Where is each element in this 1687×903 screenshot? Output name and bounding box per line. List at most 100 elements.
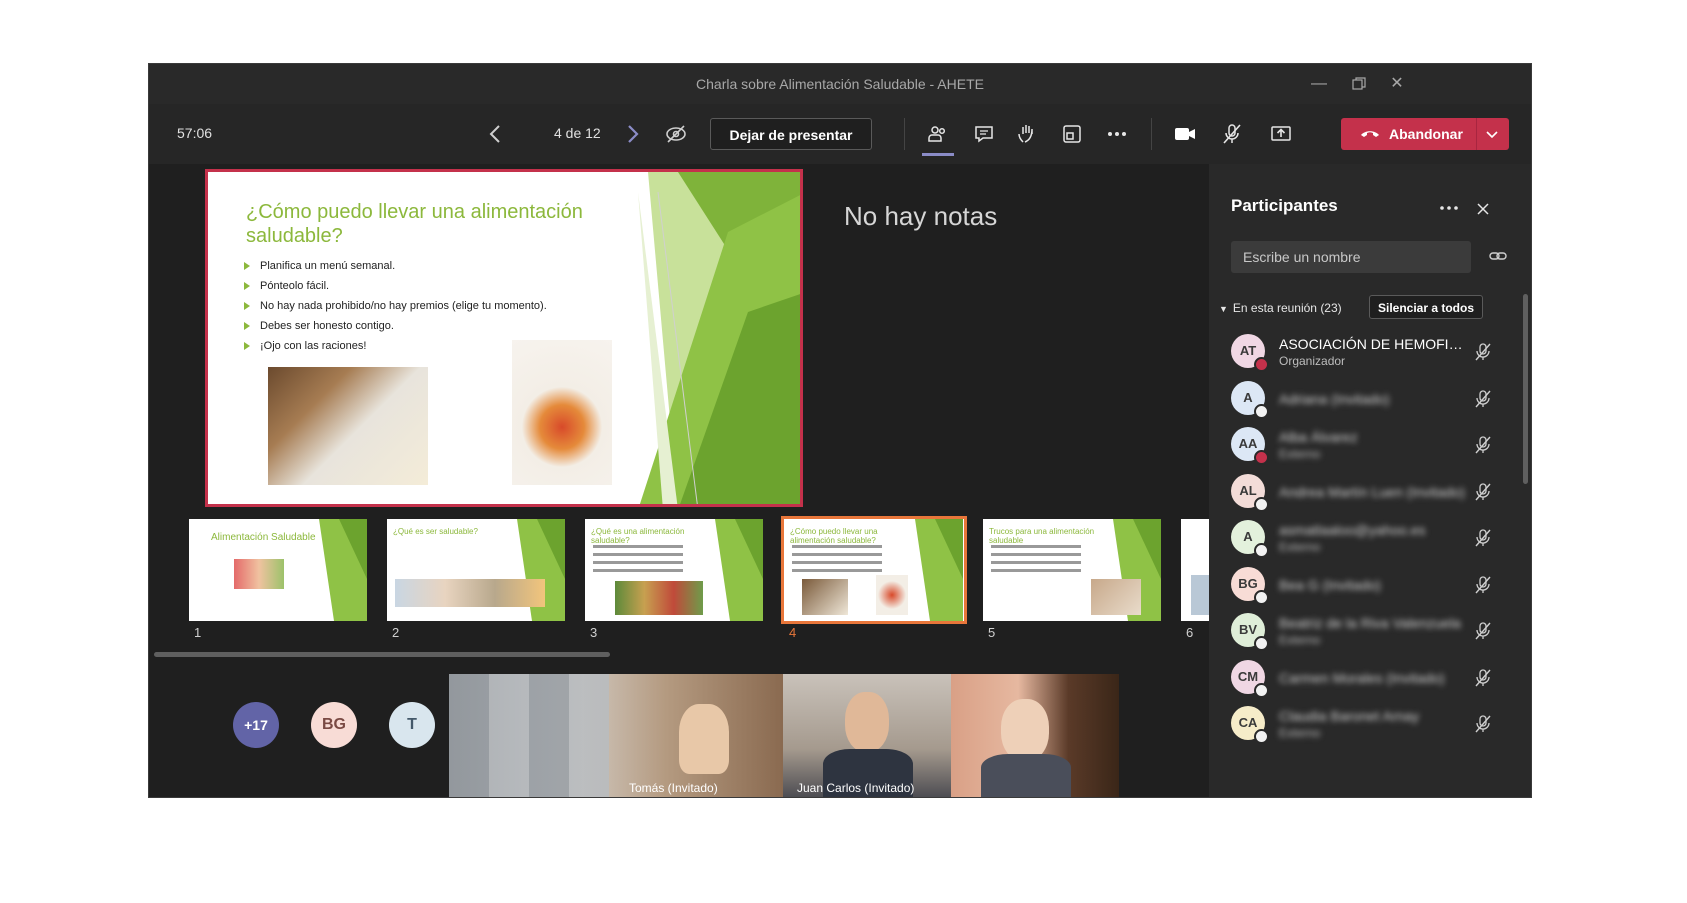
microphone-muted-icon[interactable] (1474, 668, 1492, 688)
presence-status-indicator (1254, 682, 1269, 698)
participants-panel: Participantes ▼ En esta reunión (23) Sile… (1209, 164, 1531, 797)
participant-video[interactable]: Tomás (Invitado) (449, 674, 783, 797)
share-invite-link-icon[interactable] (1489, 249, 1507, 263)
participant-name: Carmen Morales (Invitado) (1279, 669, 1445, 686)
video-name-label: Juan Carlos (Invitado) (797, 781, 915, 795)
participant-video[interactable] (951, 674, 1119, 797)
close-icon[interactable] (1476, 202, 1490, 216)
hide-view-icon[interactable] (664, 122, 688, 146)
slide-bullet: Pónteolo fácil. (244, 280, 547, 292)
meeting-section-header[interactable]: ▼ En esta reunión (23) (1219, 301, 1342, 315)
overflow-participants-avatar[interactable]: +17 (233, 702, 279, 748)
raise-hand-icon[interactable] (1015, 122, 1039, 146)
participant-name: Alba Álvarez (1279, 429, 1358, 445)
participant-name: Bea G (Invitado) (1279, 576, 1381, 593)
presence-status-indicator (1254, 636, 1269, 651)
participant-video[interactable]: Juan Carlos (Invitado) (783, 674, 951, 797)
rooms-icon[interactable] (1060, 122, 1084, 146)
chat-icon[interactable] (972, 122, 996, 146)
participants-active-indicator (922, 153, 954, 156)
slide-thumbnail[interactable]: Alimentación Saludable (189, 519, 367, 621)
microphone-muted-icon[interactable] (1474, 714, 1492, 734)
slide-title: ¿Cómo puedo llevar una alimentación salu… (246, 201, 583, 247)
mute-all-button[interactable]: Silenciar a todos (1369, 295, 1483, 319)
leave-button[interactable]: Abandonar (1341, 118, 1509, 150)
video-person (845, 692, 889, 752)
video-strip: +17 BG T Tomás (Invitado) Juan Carlos (I… (149, 674, 1209, 797)
participants-scrollbar[interactable] (1523, 294, 1528, 484)
participant-role: Externo (1279, 540, 1321, 554)
video-pixelated-area (449, 674, 609, 797)
thumbnail-number: 1 (194, 625, 202, 640)
stop-presenting-button[interactable]: Dejar de presentar (710, 118, 872, 150)
thumbnail-image (395, 579, 545, 607)
current-slide[interactable]: ¿Cómo puedo llevar una alimentación salu… (205, 169, 803, 507)
participant-row[interactable]: AT ASOCIACIÓN DE HEMOFILIA ... Organizador (1209, 328, 1519, 378)
participant-name: Adriana (Invitado) (1279, 390, 1390, 407)
microphone-muted-icon[interactable] (1474, 389, 1492, 409)
microphone-muted-icon[interactable] (1474, 621, 1492, 641)
participant-row[interactable]: CA Claudia Baronet Arnay Externo (1209, 700, 1519, 750)
thumbnail-image (1191, 575, 1209, 615)
microphone-muted-icon[interactable] (1220, 122, 1244, 146)
thumbnail-number: 2 (392, 625, 400, 640)
leave-split-divider (1476, 118, 1477, 150)
slide-bullet: Planifica un menú semanal. (244, 260, 547, 272)
participant-row[interactable]: CM Carmen Morales (Invitado) (1209, 654, 1519, 704)
more-options-icon[interactable] (1437, 200, 1461, 216)
microphone-muted-icon[interactable] (1474, 342, 1492, 362)
toolbar-divider (904, 118, 905, 150)
next-slide-icon[interactable] (620, 122, 644, 146)
slide-thumbnail-strip: Alimentación Saludable 1 ¿Qué es ser sal… (189, 516, 1209, 647)
previous-slide-icon[interactable] (484, 122, 508, 146)
slide-thumbnail[interactable]: ¿Qué es ser saludable? (387, 519, 565, 621)
minimize-icon[interactable]: — (1309, 74, 1329, 94)
participant-row[interactable]: AA Alba Álvarez Externo (1209, 421, 1519, 471)
more-actions-icon[interactable] (1105, 122, 1129, 146)
presence-status-indicator (1254, 403, 1269, 419)
leave-label: Abandonar (1389, 126, 1463, 142)
slide-thumbnail[interactable]: Trucos para una alimentación saludable (983, 519, 1161, 621)
participant-row[interactable]: Aasmatlaaloo@yahoo.es Externo (1209, 514, 1519, 564)
slide-bullet: ¡Ojo con las raciones! (244, 340, 547, 352)
participant-row[interactable]: BG Bea G (Invitado) (1209, 561, 1519, 611)
participant-row[interactable]: A Adriana (Invitado) (1209, 375, 1519, 425)
participant-search-input[interactable] (1231, 241, 1471, 273)
participant-name: Andrea Martín Luen (Invitado) (1279, 483, 1465, 500)
microphone-muted-icon[interactable] (1474, 435, 1492, 455)
thumbnail-title: ¿Qué es una alimentación saludable? (591, 527, 685, 545)
microphone-muted-icon[interactable] (1474, 528, 1492, 548)
slide-bullet: No hay nada prohibido/no hay premios (el… (244, 300, 547, 312)
presence-status-indicator (1254, 589, 1269, 605)
participant-avatar[interactable]: T (389, 702, 435, 748)
participant-name: asmatlaaloo@yahoo.es (1279, 522, 1426, 538)
thumbnail-number: 6 (1186, 625, 1194, 640)
restore-icon[interactable] (1349, 74, 1369, 94)
participants-icon[interactable] (926, 122, 950, 146)
slide-bullet: Debes ser honesto contigo. (244, 320, 547, 332)
presence-status-indicator (1254, 450, 1269, 465)
thumbnail-title: ¿Cómo puedo llevar una alimentación salu… (790, 527, 878, 545)
participant-row[interactable]: BV Beatriz de la Riva Valenzuela Externo (1209, 607, 1519, 657)
presence-status-indicator (1254, 496, 1269, 512)
close-window-icon[interactable]: ✕ (1387, 74, 1407, 94)
chevron-down-icon[interactable] (1484, 126, 1500, 142)
thumbnail-number: 3 (590, 625, 598, 640)
presence-status-indicator (1254, 357, 1269, 372)
thumbnail-scrollbar[interactable] (154, 652, 610, 657)
slide-counter: 4 de 12 (554, 125, 601, 141)
participant-avatar[interactable]: BG (311, 702, 357, 748)
microphone-muted-icon[interactable] (1474, 575, 1492, 595)
camera-icon[interactable] (1173, 122, 1197, 146)
slide-thumbnail[interactable] (1181, 519, 1209, 621)
participant-name: Beatriz de la Riva Valenzuela (1279, 615, 1461, 631)
participant-row[interactable]: AL Andrea Martín Luen (Invitado) (1209, 468, 1519, 518)
thumbnail-text-lines (792, 545, 882, 548)
microphone-muted-icon[interactable] (1474, 482, 1492, 502)
thumbnail-text-lines (991, 545, 1081, 548)
thumbnail-image (1091, 579, 1141, 615)
presentation-stage: ¿Cómo puedo llevar una alimentación salu… (149, 164, 1209, 797)
slide-thumbnail-active[interactable]: ¿Cómo puedo llevar una alimentación salu… (781, 516, 967, 624)
slide-thumbnail[interactable]: ¿Qué es una alimentación saludable? (585, 519, 763, 621)
share-screen-icon[interactable] (1269, 122, 1293, 146)
